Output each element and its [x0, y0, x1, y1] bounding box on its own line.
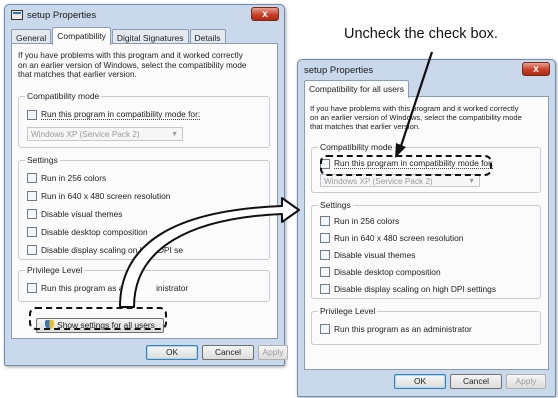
tab-compatibility-all-users[interactable]: Compatibility for all users	[304, 80, 409, 98]
compatibility-panel: If you have problems with this program a…	[11, 43, 278, 339]
window-title: setup Properties	[27, 9, 97, 21]
group-label: Settings	[318, 200, 353, 210]
privilege-level-group: Privilege Level Run this program as an a…	[311, 306, 541, 345]
checkbox-box[interactable]	[27, 191, 37, 201]
tab-strip: Compatibility for all users	[304, 80, 410, 98]
setting-checkbox[interactable]: Run in 256 colors	[27, 173, 106, 183]
os-select[interactable]: Windows XP (Service Pack 2) ▼	[27, 127, 183, 141]
description-line: on an earlier version of Windows, select…	[18, 60, 247, 70]
description: If you have problems with this program a…	[18, 51, 246, 80]
checkbox-label: Run in 256 colors	[41, 173, 107, 183]
checkbox-label: Disable visual themes	[334, 250, 416, 260]
group-label: Privilege Level	[25, 265, 85, 275]
checkbox-label: Disable desktop composition	[41, 227, 148, 237]
window-title: setup Properties	[304, 64, 374, 76]
checkbox-box[interactable]	[320, 216, 330, 226]
close-button[interactable]: x	[522, 62, 550, 76]
apply-button[interactable]: Apply	[506, 374, 546, 389]
description-line: If you have problems with this program a…	[310, 104, 519, 113]
setting-checkbox[interactable]: Disable display scaling on high DPI sett…	[320, 284, 496, 294]
apply-button[interactable]: Apply	[258, 345, 288, 360]
checkbox-box[interactable]	[27, 209, 37, 219]
close-button[interactable]: x	[251, 7, 279, 21]
description-line: If you have problems with this program a…	[18, 51, 243, 60]
ok-button[interactable]: OK	[394, 374, 446, 389]
checkbox-label: Run in 256 colors	[334, 216, 400, 226]
compatibility-panel: If you have problems with this program a…	[304, 96, 549, 370]
checkbox-box[interactable]	[27, 245, 37, 255]
checkbox-label: Disable display scaling on high DPI se	[41, 245, 183, 255]
highlight-show-settings	[29, 307, 167, 330]
privilege-level-group: Privilege Level Run this program as an i…	[18, 265, 270, 302]
setting-checkbox[interactable]: Disable visual themes	[27, 209, 122, 219]
checkbox-label: Disable visual themes	[41, 209, 123, 219]
checkbox-label: Disable display scaling on high DPI sett…	[334, 284, 497, 294]
checkbox-box[interactable]	[27, 227, 37, 237]
run-as-admin-checkbox[interactable]: Run this program as an administrator	[320, 324, 472, 334]
compatibility-mode-group: Compatibility mode Run this program in c…	[18, 91, 270, 148]
compat-mode-checkbox[interactable]: Run this program in compatibility mode f…	[27, 109, 201, 120]
chevron-down-icon: ▼	[468, 178, 475, 185]
app-icon	[11, 10, 23, 20]
checkbox-label: Run this program as an	[41, 283, 129, 293]
setting-checkbox[interactable]: Run in 640 x 480 screen resolution	[320, 233, 463, 243]
checkbox-label-end: inistrator	[156, 283, 189, 293]
checkbox-box[interactable]	[320, 267, 330, 277]
settings-group: Settings Run in 256 colors Run in 640 x …	[18, 155, 270, 260]
checkbox-label: Run in 640 x 480 screen resolution	[334, 233, 464, 243]
setting-checkbox[interactable]: Run in 640 x 480 screen resolution	[27, 191, 170, 201]
checkbox-box[interactable]	[27, 283, 37, 293]
checkbox-label: Run this program in compatibility mode f…	[41, 109, 201, 120]
cancel-button[interactable]: Cancel	[202, 345, 254, 360]
group-label: Settings	[25, 155, 60, 165]
group-label: Compatibility mode	[25, 91, 102, 101]
setting-checkbox[interactable]: Run in 256 colors	[320, 216, 399, 226]
setting-checkbox[interactable]: Disable desktop composition	[27, 227, 148, 237]
description-line: on an earlier version of Windows, select…	[310, 113, 522, 122]
group-label: Privilege Level	[318, 306, 378, 316]
properties-window-all-users: setup Properties x Compatibility for all…	[297, 59, 556, 397]
checkbox-box[interactable]	[320, 250, 330, 260]
highlight-compat-checkbox	[320, 155, 492, 176]
tab-compatibility[interactable]: Compatibility	[52, 27, 111, 45]
setting-checkbox[interactable]: Disable desktop composition	[320, 267, 441, 277]
select-value: Windows XP (Service Pack 2)	[324, 177, 433, 186]
ok-button[interactable]: OK	[146, 345, 198, 360]
checkbox-label: Disable desktop composition	[334, 267, 441, 277]
title-bar: setup Properties	[298, 60, 555, 80]
title-bar: setup Properties	[5, 5, 284, 25]
cancel-button[interactable]: Cancel	[450, 374, 502, 389]
callout-text: Uncheck the check box.	[344, 26, 498, 42]
checkbox-box[interactable]	[27, 173, 37, 183]
checkbox-box[interactable]	[320, 324, 330, 334]
description-line: that matches that earlier version.	[310, 122, 421, 131]
checkbox-box[interactable]	[320, 233, 330, 243]
run-as-admin-checkbox[interactable]: Run this program as an inistrator	[27, 283, 188, 293]
checkbox-label: Run this program as an administrator	[334, 324, 472, 334]
settings-group: Settings Run in 256 colors Run in 640 x …	[311, 200, 541, 299]
select-value: Windows XP (Service Pack 2)	[31, 130, 140, 139]
chevron-down-icon: ▼	[171, 131, 178, 138]
setting-checkbox[interactable]: Disable visual themes	[320, 250, 415, 260]
description: If you have problems with this program a…	[310, 104, 522, 131]
group-label: Compatibility mode	[318, 142, 395, 152]
checkbox-box[interactable]	[320, 284, 330, 294]
checkbox-box[interactable]	[27, 109, 37, 120]
setting-checkbox[interactable]: Disable display scaling on high DPI se	[27, 245, 183, 255]
description-line: that matches that earlier version.	[18, 70, 137, 80]
checkbox-label: Run in 640 x 480 screen resolution	[41, 191, 171, 201]
